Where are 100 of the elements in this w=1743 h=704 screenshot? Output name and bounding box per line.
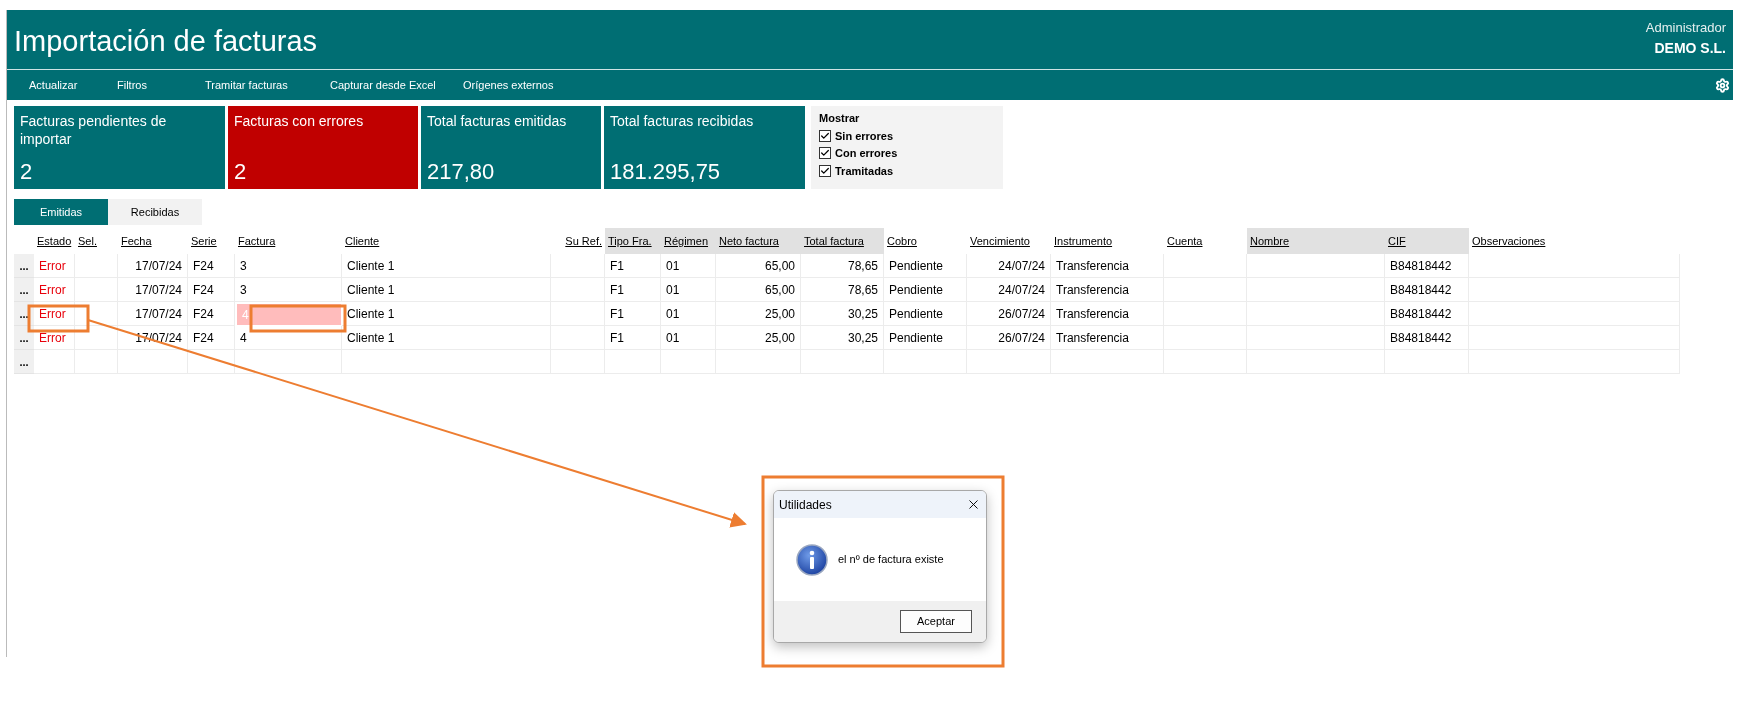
card-value: 2: [234, 159, 248, 185]
table-cell: 17/07/24: [118, 278, 188, 302]
table-cell: Transferencia: [1051, 302, 1164, 326]
row-button[interactable]: ...: [14, 326, 34, 350]
table-cell: 25,00: [716, 326, 801, 350]
row-button[interactable]: ...: [14, 350, 34, 374]
tab[interactable]: Recibidas: [108, 199, 202, 225]
table-cell: Error: [34, 302, 75, 326]
table-cell: 01: [661, 254, 716, 278]
table-cell: F1: [605, 254, 661, 278]
table-cell: Pendiente: [884, 326, 967, 350]
column-header[interactable]: Serie: [188, 228, 235, 254]
highlight-box: [27, 304, 90, 333]
table-cell[interactable]: [235, 350, 342, 374]
table-cell: Transferencia: [1051, 254, 1164, 278]
column-header[interactable]: Fecha: [118, 228, 188, 254]
table-cell: 30,25: [801, 326, 884, 350]
column-header[interactable]: Régimen: [661, 228, 716, 254]
table-cell: Pendiente: [884, 302, 967, 326]
card-label: Total facturas recibidas: [610, 112, 755, 130]
table-cell: Pendiente: [884, 254, 967, 278]
filter-title: Mostrar: [819, 111, 861, 126]
table-cell: Error: [34, 326, 75, 350]
dialog-message: el nº de factura existe: [838, 552, 944, 568]
column-header[interactable]: Vencimiento: [967, 228, 1051, 254]
table-cell: [75, 326, 118, 350]
table-cell: [551, 254, 605, 278]
table-cell[interactable]: 4: [235, 326, 342, 350]
table-cell: 24/07/24: [967, 254, 1051, 278]
table-cell: F24: [188, 278, 235, 302]
table-cell: Cliente 1: [342, 254, 551, 278]
table-cell: 25,00: [716, 302, 801, 326]
column-header[interactable]: Cobro: [884, 228, 967, 254]
card-value: 2: [20, 159, 34, 185]
column-header[interactable]: Sel.: [75, 228, 118, 254]
table-cell: [75, 302, 118, 326]
table-cell: Error: [34, 278, 75, 302]
table-cell: Cliente 1: [342, 278, 551, 302]
table-cell: 01: [661, 326, 716, 350]
column-header[interactable]: Neto factura: [716, 228, 801, 254]
table-cell: 30,25: [801, 302, 884, 326]
company-name: DEMO S.L.: [1654, 38, 1726, 58]
table-cell: 78,65: [801, 278, 884, 302]
settings-icon[interactable]: [1715, 77, 1730, 93]
table-cell: Error: [34, 254, 75, 278]
table-cell: Pendiente: [884, 278, 967, 302]
table-cell: F1: [605, 278, 661, 302]
checkbox-label: Tramitadas: [835, 163, 894, 179]
checkbox-label: Sin errores: [835, 128, 894, 144]
toolbar-button[interactable]: Filtros: [117, 76, 205, 94]
checkbox[interactable]: [819, 147, 831, 160]
table-cell: Cliente 1: [342, 302, 551, 326]
checkbox[interactable]: [819, 129, 831, 142]
card-value: 181.295,75: [610, 159, 722, 185]
close-icon[interactable]: [966, 497, 981, 512]
table-cell: [188, 350, 235, 374]
table-cell: B84818442: [1385, 254, 1469, 278]
row-button[interactable]: ...: [14, 254, 34, 278]
toolbar-button[interactable]: Tramitar facturas: [205, 76, 330, 94]
dialog-title: Utilidades: [779, 496, 832, 514]
toolbar-button[interactable]: Capturar desde Excel: [330, 76, 463, 94]
table-cell: 01: [661, 278, 716, 302]
accept-button[interactable]: Aceptar: [900, 610, 972, 633]
column-header[interactable]: Instrumento: [1051, 228, 1164, 254]
table-cell: F24: [188, 326, 235, 350]
table-cell: 17/07/24: [118, 302, 188, 326]
card-label: Total facturas emitidas: [427, 112, 568, 130]
table-cell: 78,65: [801, 254, 884, 278]
table-cell: 26/07/24: [967, 302, 1051, 326]
table-cell: [118, 350, 188, 374]
column-header[interactable]: Tipo Fra.: [605, 228, 661, 254]
table-cell[interactable]: 3: [235, 254, 342, 278]
column-header[interactable]: Cuenta: [1164, 228, 1247, 254]
info-icon: [796, 543, 828, 576]
table-cell: F24: [188, 254, 235, 278]
checkbox[interactable]: [819, 164, 831, 177]
row-button[interactable]: ...: [14, 278, 34, 302]
table-cell: 65,00: [716, 278, 801, 302]
column-header[interactable]: CIF: [1385, 228, 1469, 254]
column-header[interactable]: Total factura: [801, 228, 884, 254]
column-header[interactable]: Observaciones: [1469, 228, 1680, 254]
column-header[interactable]: Cliente: [342, 228, 551, 254]
table-cell: B84818442: [1385, 278, 1469, 302]
toolbar-button[interactable]: Actualizar: [29, 76, 117, 94]
table-cell: Transferencia: [1051, 278, 1164, 302]
column-header[interactable]: Factura: [235, 228, 342, 254]
page-title: Importación de facturas: [14, 24, 318, 59]
toolbar-button[interactable]: Orígenes externos: [463, 76, 554, 94]
column-header[interactable]: Su Ref.: [551, 228, 605, 254]
table-cell: B84818442: [1385, 302, 1469, 326]
checkbox-label: Con errores: [835, 146, 898, 161]
tab[interactable]: Emitidas: [14, 199, 108, 225]
table-cell: 65,00: [716, 254, 801, 278]
user-name: Administrador: [1645, 19, 1726, 37]
card-label: Facturas pendientes de importar: [20, 112, 168, 148]
column-header[interactable]: Estado: [34, 228, 75, 254]
table-cell: 24/07/24: [967, 278, 1051, 302]
table-cell: 17/07/24: [118, 254, 188, 278]
card-value: 217,80: [427, 159, 496, 185]
column-header[interactable]: Nombre: [1247, 228, 1385, 254]
